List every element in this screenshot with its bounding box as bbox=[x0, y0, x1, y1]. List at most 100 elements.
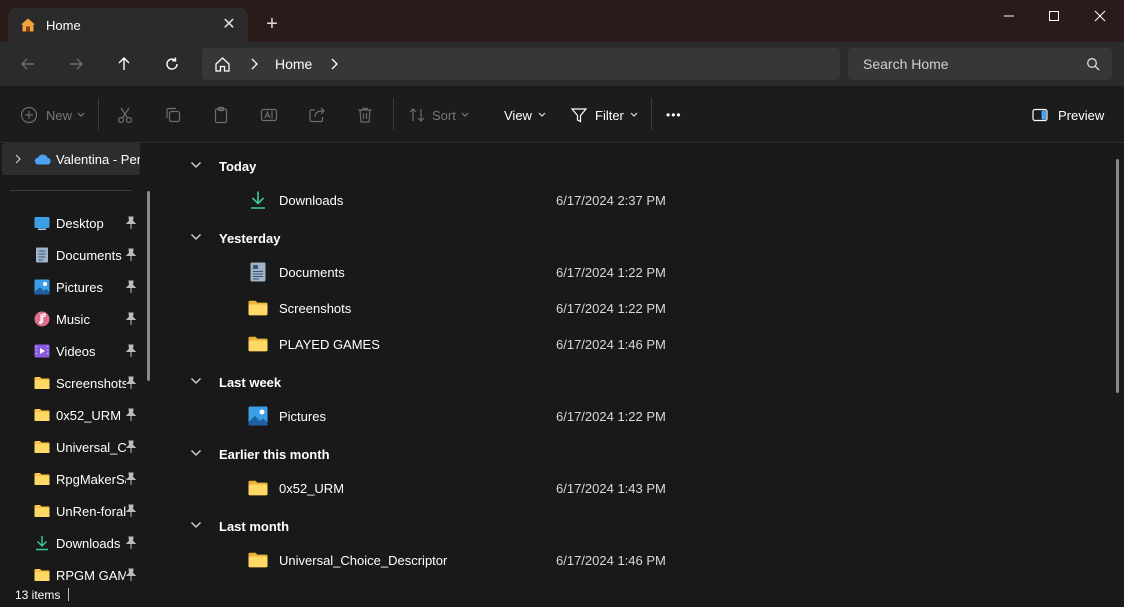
rename-button[interactable] bbox=[260, 102, 278, 128]
pin-icon[interactable] bbox=[125, 248, 137, 262]
refresh-button[interactable] bbox=[156, 50, 188, 78]
new-tab-button[interactable]: + bbox=[260, 12, 284, 36]
sidebar-item-0x52-urm[interactable]: 0x52_URM bbox=[0, 399, 140, 431]
filter-button[interactable]: Filter bbox=[570, 102, 638, 128]
sidebar-item-desktop[interactable]: Desktop bbox=[0, 207, 140, 239]
breadcrumb-separator-icon[interactable] bbox=[250, 58, 258, 73]
view-button[interactable]: View bbox=[504, 102, 546, 128]
cut-button[interactable] bbox=[116, 102, 134, 128]
tab-home[interactable]: Home ✕ bbox=[8, 8, 248, 42]
onedrive-cloud-icon bbox=[34, 154, 51, 165]
downloads-icon bbox=[251, 191, 265, 209]
paste-button[interactable] bbox=[212, 102, 230, 128]
content-scrollbar[interactable] bbox=[1116, 159, 1119, 393]
sidebar-item-label: UnRen-forall bbox=[56, 504, 126, 519]
pin-icon[interactable] bbox=[125, 344, 137, 358]
sidebar-item-pictures[interactable]: Pictures bbox=[0, 271, 140, 303]
back-button[interactable] bbox=[12, 50, 44, 78]
sidebar-item-label: RpgMakerSaveEdit bbox=[56, 472, 126, 487]
sidebar-item-screenshots[interactable]: Screenshots bbox=[0, 367, 140, 399]
pin-icon[interactable] bbox=[125, 280, 137, 294]
pin-icon[interactable] bbox=[125, 504, 137, 518]
group-label: Last month bbox=[219, 519, 290, 534]
share-button[interactable] bbox=[308, 102, 326, 128]
pin-icon[interactable] bbox=[125, 216, 137, 230]
new-button[interactable]: New bbox=[20, 102, 85, 128]
arrow-up-icon bbox=[118, 57, 130, 70]
sidebar-item-videos[interactable]: Videos bbox=[0, 335, 140, 367]
file-name: Documents bbox=[279, 265, 345, 280]
pin-icon[interactable] bbox=[125, 472, 137, 486]
pin-icon[interactable] bbox=[125, 312, 137, 326]
folder-icon bbox=[248, 336, 268, 352]
list-item[interactable]: Pictures 6/17/2024 1:22 PM bbox=[160, 400, 860, 432]
sort-button[interactable]: Sort bbox=[408, 102, 469, 128]
up-button[interactable] bbox=[108, 50, 140, 78]
chevron-right-icon[interactable] bbox=[14, 154, 22, 164]
close-window-button[interactable] bbox=[1077, 0, 1123, 32]
list-item[interactable]: Documents 6/17/2024 1:22 PM bbox=[160, 256, 860, 288]
list-item[interactable]: Downloads 6/17/2024 2:37 PM bbox=[160, 184, 860, 216]
folder-icon bbox=[34, 377, 50, 389]
sidebar-item-label: Screenshots bbox=[56, 376, 126, 391]
list-item[interactable]: Universal_Choice_Descriptor 6/17/2024 1:… bbox=[160, 544, 860, 576]
file-date: 6/17/2024 1:46 PM bbox=[556, 337, 666, 352]
sidebar-scrollbar[interactable] bbox=[147, 191, 150, 381]
copy-button[interactable] bbox=[164, 102, 182, 128]
arrow-left-icon bbox=[21, 58, 34, 70]
pin-icon[interactable] bbox=[125, 568, 137, 582]
chevron-down-icon[interactable] bbox=[190, 375, 202, 387]
preview-button[interactable]: Preview bbox=[1032, 102, 1104, 128]
minimize-button[interactable] bbox=[986, 0, 1032, 32]
file-name: Universal_Choice_Descriptor bbox=[279, 553, 448, 568]
folder-icon bbox=[248, 300, 268, 316]
file-date: 6/17/2024 1:22 PM bbox=[556, 265, 666, 280]
list-item[interactable]: 0x52_URM 6/17/2024 1:43 PM bbox=[160, 472, 860, 504]
sidebar-item-label: Pictures bbox=[56, 280, 103, 295]
sidebar-item-label: RPGM GAMES bbox=[56, 568, 126, 583]
search-icon bbox=[1086, 57, 1100, 74]
plus-circle-icon bbox=[20, 106, 38, 124]
sidebar-item-universal-choice[interactable]: Universal_Choice_Descriptor bbox=[0, 431, 140, 463]
pin-icon[interactable] bbox=[125, 376, 137, 390]
maximize-button[interactable] bbox=[1031, 0, 1077, 32]
sidebar-divider bbox=[10, 190, 132, 191]
sidebar-item-documents[interactable]: Documents bbox=[0, 239, 140, 271]
address-bar[interactable]: Home bbox=[202, 48, 840, 80]
sidebar-item-unren[interactable]: UnRen-forall bbox=[0, 495, 140, 527]
search-input[interactable]: Search Home bbox=[863, 56, 949, 72]
sidebar-item-music[interactable]: Music bbox=[0, 303, 140, 335]
home-breadcrumb-icon[interactable] bbox=[214, 56, 231, 73]
group-header-earlier-this-month[interactable]: Earlier this month bbox=[160, 439, 860, 469]
toolbar-divider bbox=[393, 98, 394, 130]
list-item[interactable]: Screenshots 6/17/2024 1:22 PM bbox=[160, 292, 860, 324]
sidebar-item-rpgmakersave[interactable]: RpgMakerSaveEdit bbox=[0, 463, 140, 495]
delete-button[interactable] bbox=[356, 102, 374, 128]
chevron-down-icon[interactable] bbox=[190, 447, 202, 459]
downloads-icon bbox=[36, 536, 48, 551]
forward-button[interactable] bbox=[60, 50, 92, 78]
sidebar-item-downloads[interactable]: Downloads bbox=[0, 527, 140, 559]
see-more-button[interactable]: ••• bbox=[666, 102, 682, 128]
group-header-last-month[interactable]: Last month bbox=[160, 511, 860, 541]
breadcrumb-home[interactable]: Home bbox=[275, 56, 312, 72]
pictures-icon bbox=[248, 406, 268, 426]
copy-icon bbox=[166, 107, 181, 123]
group-header-last-week[interactable]: Last week bbox=[160, 367, 860, 397]
chevron-down-icon[interactable] bbox=[190, 519, 202, 531]
pin-icon[interactable] bbox=[125, 408, 137, 422]
group-header-yesterday[interactable]: Yesterday bbox=[160, 223, 860, 253]
search-box[interactable]: Search Home bbox=[848, 48, 1112, 80]
pin-icon[interactable] bbox=[125, 536, 137, 550]
list-item[interactable]: PLAYED GAMES 6/17/2024 1:46 PM bbox=[160, 328, 860, 360]
sidebar-item-onedrive[interactable]: Valentina - Personal bbox=[2, 143, 140, 175]
chevron-down-icon[interactable] bbox=[190, 231, 202, 243]
preview-label: Preview bbox=[1058, 107, 1105, 123]
home-icon bbox=[20, 17, 36, 33]
chevron-down-icon[interactable] bbox=[190, 159, 202, 171]
status-divider bbox=[68, 588, 69, 601]
tab-close-icon[interactable]: ✕ bbox=[220, 16, 238, 34]
breadcrumb-expand-icon[interactable] bbox=[330, 58, 338, 73]
pin-icon[interactable] bbox=[125, 440, 137, 454]
group-header-today[interactable]: Today bbox=[160, 151, 860, 181]
